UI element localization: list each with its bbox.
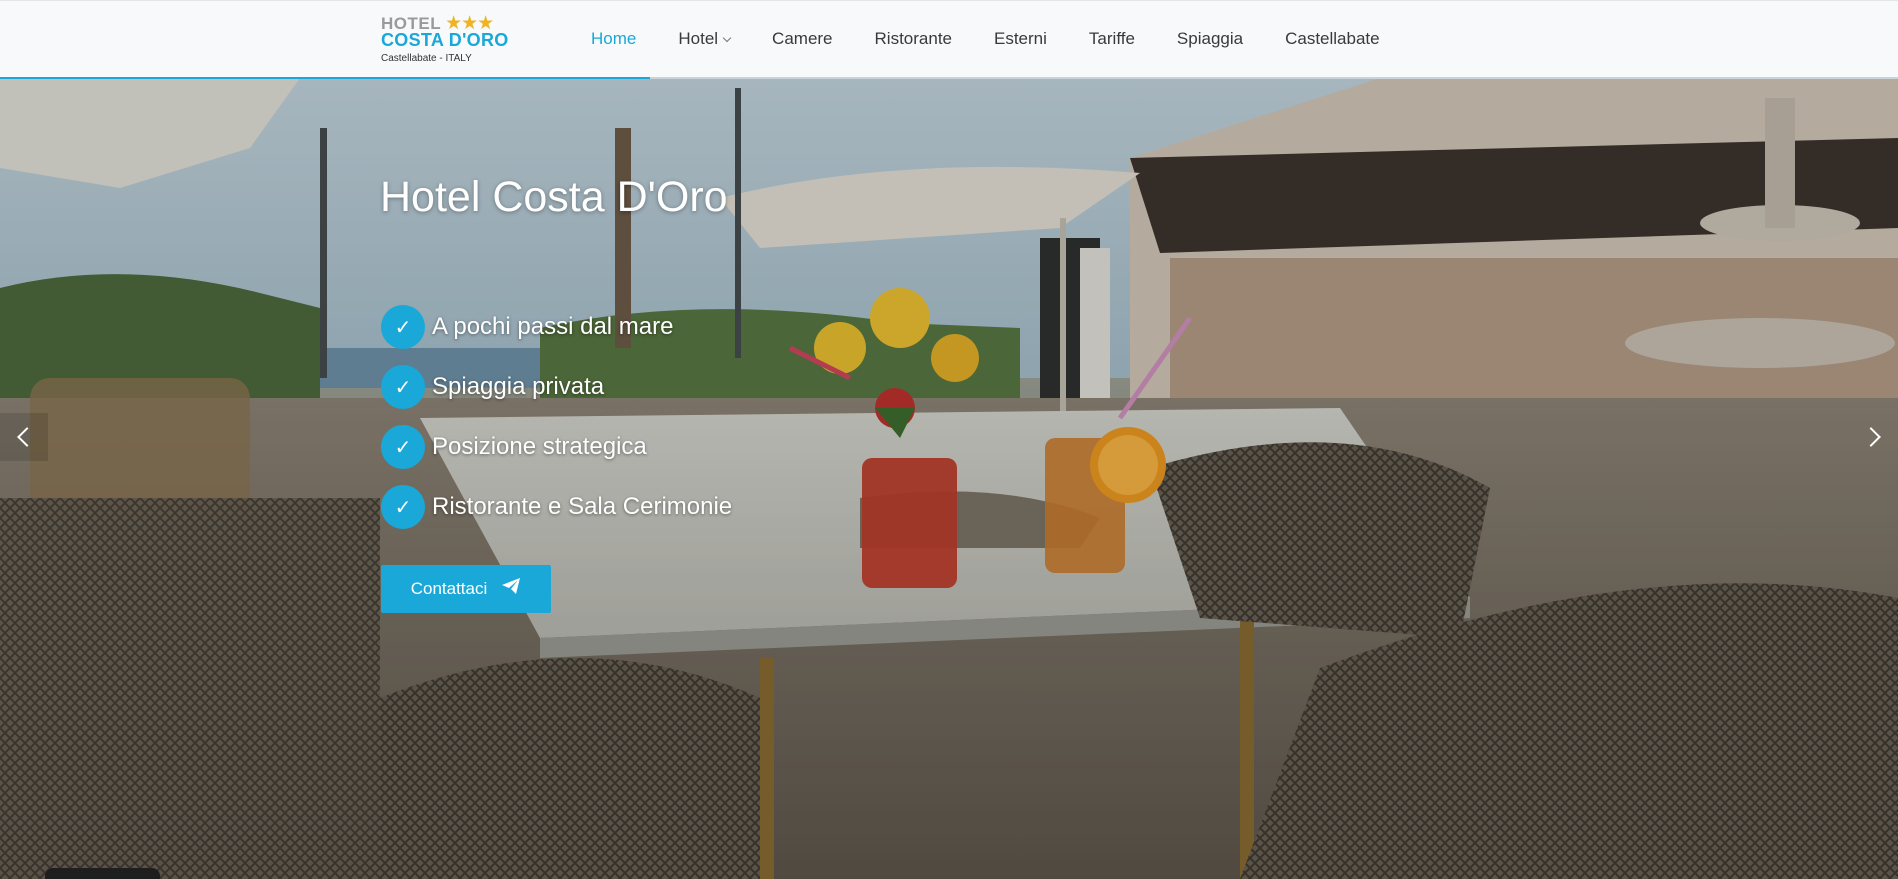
feature-text: Posizione strategica xyxy=(432,433,647,460)
logo-name: COSTA D'ORO xyxy=(381,30,509,50)
feature-text: A pochi passi dal mare xyxy=(432,313,674,340)
contact-button[interactable]: Contattaci xyxy=(381,565,551,613)
site-header: HOTEL ★★★ COSTA D'ORO Castellabate - ITAL… xyxy=(0,0,1898,79)
feature-text: Ristorante e Sala Cerimonie xyxy=(432,493,733,520)
nav-item-ristorante[interactable]: Ristorante xyxy=(854,29,973,49)
paper-plane-icon xyxy=(501,577,521,601)
nav-item-home[interactable]: Home xyxy=(570,29,657,49)
feature-item: ✓ A pochi passi dal mare xyxy=(381,304,732,350)
nav-item-hotel[interactable]: Hotel xyxy=(657,29,751,49)
feature-text: Spiaggia privata xyxy=(432,373,605,400)
nav-item-tariffe[interactable]: Tariffe xyxy=(1068,29,1156,49)
nav-item-camere[interactable]: Camere xyxy=(751,29,853,49)
main-nav: Home Hotel Camere Ristorante Esterni Tar… xyxy=(570,1,1401,77)
chevron-right-icon xyxy=(1861,427,1881,447)
check-icon: ✓ xyxy=(381,425,425,469)
check-icon: ✓ xyxy=(381,365,425,409)
logo-location: Castellabate - ITALY xyxy=(381,53,472,64)
slider-next-button[interactable] xyxy=(1850,413,1898,461)
hero-overlay xyxy=(0,78,1898,879)
feature-item: ✓ Posizione strategica xyxy=(381,424,732,470)
feature-list: ✓ A pochi passi dal mare ✓ Spiaggia priv… xyxy=(381,304,732,544)
contact-button-label: Contattaci xyxy=(410,579,488,598)
nav-item-spiaggia[interactable]: Spiaggia xyxy=(1156,29,1264,49)
site-logo[interactable]: HOTEL ★★★ COSTA D'ORO Castellabate - ITAL… xyxy=(381,12,521,66)
feature-item: ✓ Ristorante e Sala Cerimonie xyxy=(381,484,732,530)
nav-item-castellabate[interactable]: Castellabate xyxy=(1264,29,1401,49)
hero-title: Hotel Costa D'Oro xyxy=(380,173,728,221)
slider-prev-button[interactable] xyxy=(0,413,48,461)
hero-slider: Hotel Costa D'Oro ✓ A pochi passi dal ma… xyxy=(0,78,1898,879)
check-icon: ✓ xyxy=(381,485,425,529)
slider-progress-bar xyxy=(0,77,650,79)
check-icon: ✓ xyxy=(381,305,425,349)
chevron-left-icon xyxy=(17,427,37,447)
nav-item-esterni[interactable]: Esterni xyxy=(973,29,1068,49)
feature-item: ✓ Spiaggia privata xyxy=(381,364,732,410)
bottom-widget-tab[interactable] xyxy=(45,868,160,879)
chevron-down-icon xyxy=(722,33,732,42)
